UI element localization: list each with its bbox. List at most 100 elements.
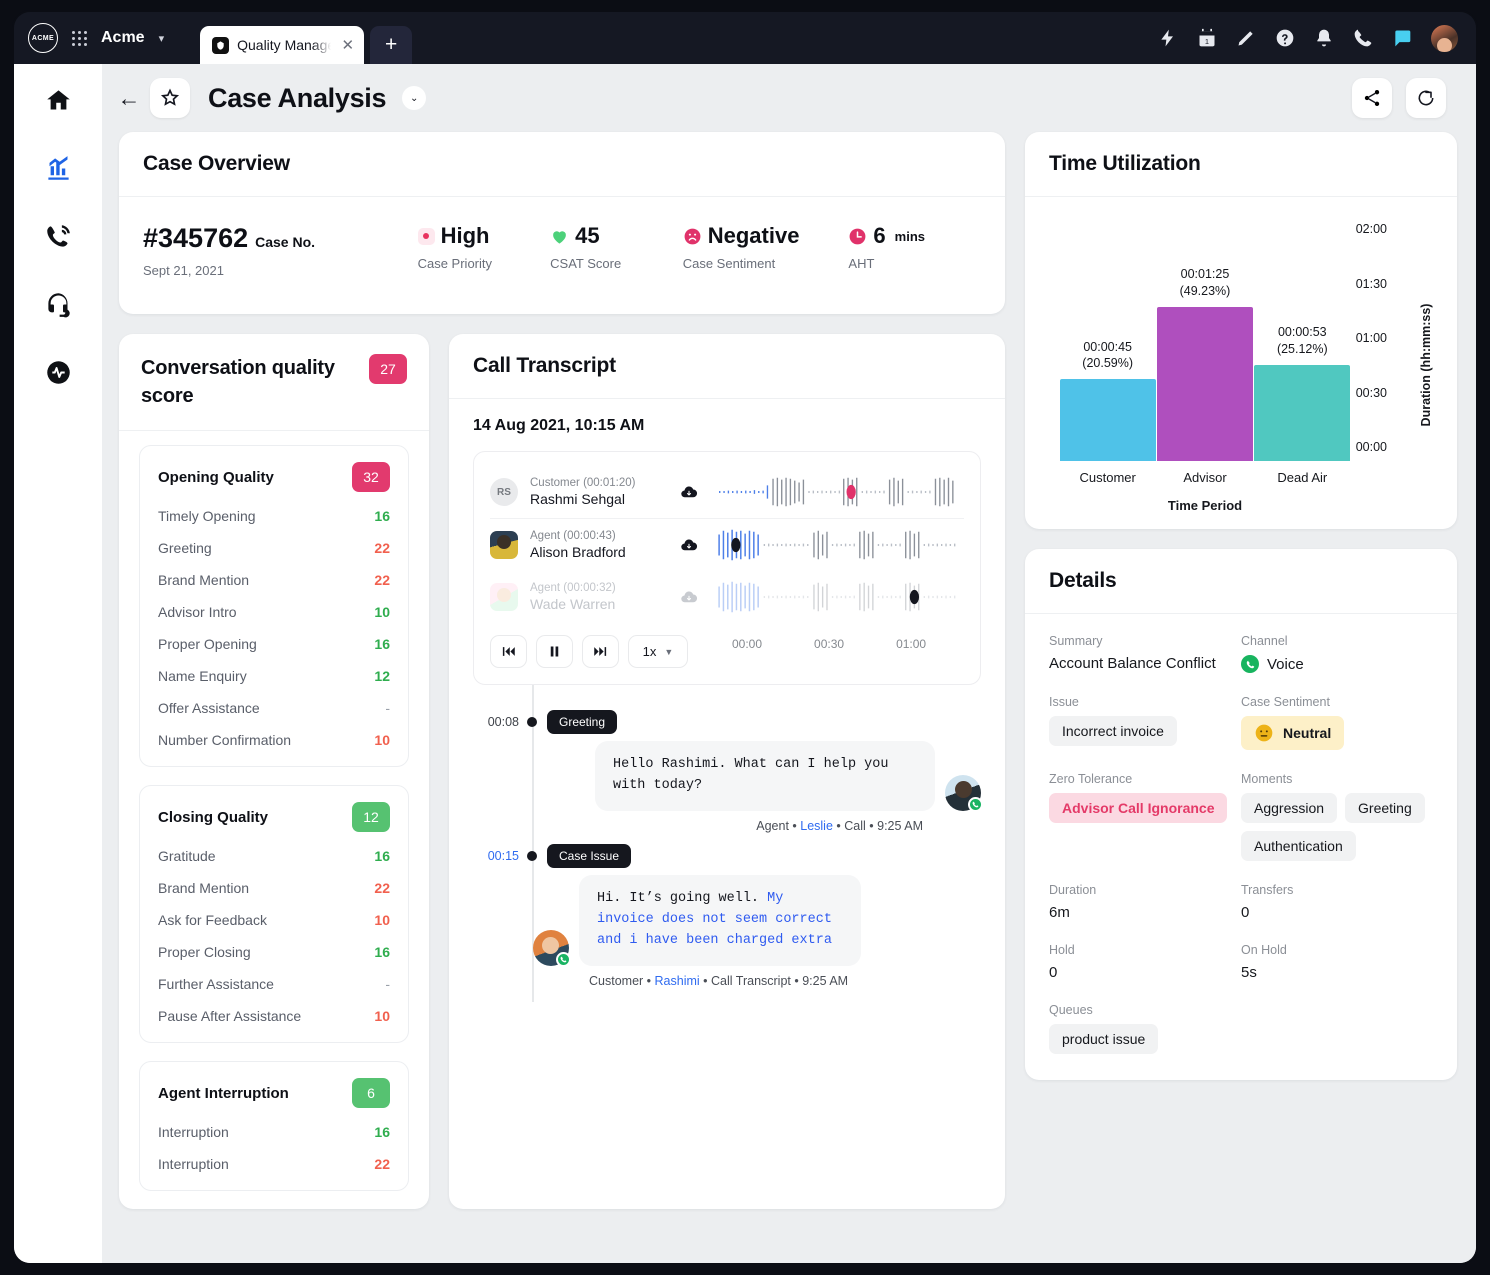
message-author[interactable]: Rashimi xyxy=(655,974,700,988)
acme-logo[interactable]: ACME xyxy=(28,23,58,53)
bar[interactable] xyxy=(1254,365,1350,461)
sidebar-item-call-insights[interactable] xyxy=(42,220,74,252)
detail-duration: Duration 6m xyxy=(1049,883,1241,921)
case-overview-body: #345762 Case No. Sept 21, 2021 High xyxy=(119,197,1005,314)
bar-column[interactable]: 00:01:25(49.23%) xyxy=(1156,243,1253,461)
quality-group-title: Closing Quality xyxy=(158,809,268,826)
quality-row-label: Interruption xyxy=(158,1156,229,1172)
chart-y-axis-title: Duration (hh:mm:ss) xyxy=(1419,304,1433,427)
message-tag[interactable]: Greeting xyxy=(547,710,617,734)
pause-button[interactable] xyxy=(536,635,573,668)
player-track-agent-2[interactable]: Agent (00:00:32) Wade Warren xyxy=(490,571,964,623)
queues-pill[interactable]: product issue xyxy=(1049,1024,1158,1054)
call-transcript-date: 14 Aug 2021, 10:15 AM xyxy=(473,417,981,435)
avatar-initials: RS xyxy=(497,487,511,498)
bell-icon[interactable] xyxy=(1314,28,1334,48)
chart-category-label: Customer xyxy=(1059,470,1156,485)
close-icon[interactable]: ✕ xyxy=(342,36,355,54)
quality-row-value: 22 xyxy=(374,880,390,896)
help-icon[interactable] xyxy=(1275,28,1295,48)
chart-y-tick: 00:30 xyxy=(1356,386,1387,400)
metric-case-priority: High Case Priority xyxy=(418,223,551,271)
rewind-button[interactable] xyxy=(490,635,527,668)
message-tag[interactable]: Case Issue xyxy=(547,844,631,868)
back-button[interactable]: ← xyxy=(112,85,146,112)
chart-y-tick: 01:00 xyxy=(1356,331,1387,345)
waveform-agent-2[interactable] xyxy=(716,578,964,616)
chart-y-tick: 01:30 xyxy=(1356,277,1387,291)
quality-row-label: Name Enquiry xyxy=(158,668,247,684)
tab-strip: Quality Management ✕ + xyxy=(200,12,412,64)
sidebar-item-headset[interactable] xyxy=(42,288,74,320)
sidebar-item-activity[interactable] xyxy=(42,356,74,388)
neutral-face-icon xyxy=(1254,723,1274,743)
analytics-icon xyxy=(45,155,72,182)
player-track-customer[interactable]: RS Customer (00:01:20) Rashmi Sehgal xyxy=(490,466,964,519)
quality-row-label: Ask for Feedback xyxy=(158,912,267,928)
zero-tolerance-pill[interactable]: Advisor Call Ignorance xyxy=(1049,793,1227,823)
message-time: 00:15 xyxy=(473,849,519,863)
detail-summary: Summary Account Balance Conflict xyxy=(1049,634,1241,673)
issue-pill[interactable]: Incorrect invoice xyxy=(1049,716,1177,746)
timeline-ticks: 00:0000:3001:00 xyxy=(732,623,964,651)
chart-category-label: Advisor xyxy=(1156,470,1253,485)
share-button[interactable] xyxy=(1352,78,1392,118)
message-role: Agent xyxy=(756,819,789,833)
moment-pill[interactable]: Aggression xyxy=(1241,793,1337,823)
app-grid-icon[interactable] xyxy=(72,31,87,46)
quality-row-value: - xyxy=(385,976,390,992)
bar-column[interactable]: 00:00:53(25.12%) xyxy=(1254,243,1351,461)
forward-button[interactable] xyxy=(582,635,619,668)
timeline-tick: 00:30 xyxy=(814,637,844,651)
org-name: Acme xyxy=(101,29,145,47)
message-timestamp: 9:25 AM xyxy=(802,974,848,988)
user-avatar[interactable] xyxy=(1431,25,1458,52)
bar[interactable] xyxy=(1060,379,1156,461)
phone-icon[interactable] xyxy=(1353,28,1373,48)
export-button[interactable] xyxy=(1406,78,1446,118)
quality-row-label: Brand Mention xyxy=(158,572,249,588)
share-icon xyxy=(1362,88,1382,108)
sidebar-item-analytics[interactable] xyxy=(42,152,74,184)
tab-quality-management[interactable]: Quality Management ✕ xyxy=(200,26,364,64)
download-cloud-icon[interactable] xyxy=(680,536,698,554)
lightning-icon[interactable] xyxy=(1158,28,1178,48)
quality-row: Brand Mention22 xyxy=(158,564,390,596)
quality-row-value: 10 xyxy=(374,732,390,748)
hold-value: 0 xyxy=(1049,964,1241,981)
chart-y-tick: 02:00 xyxy=(1356,222,1387,236)
activity-icon xyxy=(45,359,72,386)
quality-group-score-badge: 12 xyxy=(352,802,390,832)
timeline-dot-icon xyxy=(527,851,537,861)
waveform-agent-1[interactable] xyxy=(716,526,964,564)
player-track-agent-1[interactable]: Agent (00:00:43) Alison Bradford xyxy=(490,519,964,571)
moment-pill[interactable]: Greeting xyxy=(1345,793,1425,823)
detail-transfers: Transfers 0 xyxy=(1241,883,1433,921)
pencil-icon[interactable] xyxy=(1236,28,1256,48)
download-cloud-icon[interactable] xyxy=(680,483,698,501)
case-sentiment-label: Case Sentiment xyxy=(1241,695,1433,709)
quality-and-transcript-row: Conversation quality score 27 Opening Qu… xyxy=(119,334,1005,1229)
bar-column[interactable]: 00:00:45(20.59%) xyxy=(1059,243,1156,461)
speaker-name: Rashmi Sehgal xyxy=(530,491,680,507)
moments-label: Moments xyxy=(1241,772,1433,786)
chevron-down-icon[interactable]: ▾ xyxy=(159,32,165,45)
message-footer: Agent • Leslie • Call • 9:25 AM xyxy=(473,819,981,833)
quality-row-value: 16 xyxy=(374,944,390,960)
favorite-button[interactable] xyxy=(150,78,190,118)
title-dropdown-chevron-down-icon[interactable]: ⌄ xyxy=(402,86,426,110)
speaker-role: Customer xyxy=(530,477,580,489)
moment-pill[interactable]: Authentication xyxy=(1241,831,1356,861)
quality-row-value: 22 xyxy=(374,1156,390,1172)
acme-logo-text: ACME xyxy=(32,35,54,42)
case-sentiment-pill[interactable]: Neutral xyxy=(1241,716,1344,750)
new-tab-button[interactable]: + xyxy=(370,26,412,64)
download-cloud-icon[interactable] xyxy=(680,588,698,606)
waveform-customer[interactable] xyxy=(716,473,964,511)
bar[interactable] xyxy=(1157,307,1253,461)
chat-icon[interactable] xyxy=(1392,28,1412,48)
sidebar-item-home[interactable] xyxy=(42,84,74,116)
playback-speed-select[interactable]: 1x ▼ xyxy=(628,635,688,668)
message-author[interactable]: Leslie xyxy=(800,819,833,833)
calendar-icon[interactable]: 1 xyxy=(1197,28,1217,48)
